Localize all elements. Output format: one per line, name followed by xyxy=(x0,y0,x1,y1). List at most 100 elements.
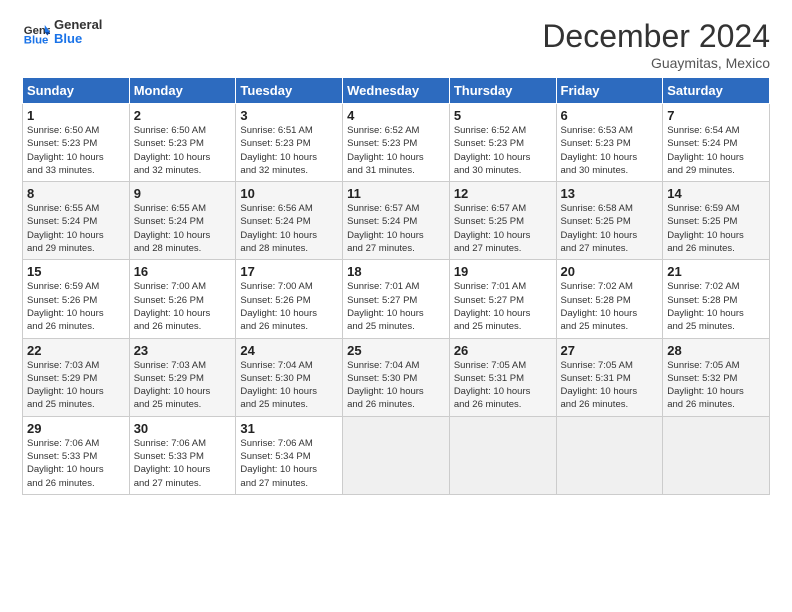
day-info: Sunrise: 6:52 AM Sunset: 5:23 PM Dayligh… xyxy=(454,124,552,177)
day-number: 1 xyxy=(27,108,125,123)
day-info: Sunrise: 6:50 AM Sunset: 5:23 PM Dayligh… xyxy=(134,124,232,177)
day-number: 20 xyxy=(561,264,659,279)
day-info: Sunrise: 6:57 AM Sunset: 5:25 PM Dayligh… xyxy=(454,202,552,255)
calendar-table: SundayMondayTuesdayWednesdayThursdayFrid… xyxy=(22,77,770,495)
calendar-cell: 31Sunrise: 7:06 AM Sunset: 5:34 PM Dayli… xyxy=(236,416,343,494)
calendar-cell: 11Sunrise: 6:57 AM Sunset: 5:24 PM Dayli… xyxy=(343,182,450,260)
day-info: Sunrise: 6:55 AM Sunset: 5:24 PM Dayligh… xyxy=(27,202,125,255)
calendar-cell: 30Sunrise: 7:06 AM Sunset: 5:33 PM Dayli… xyxy=(129,416,236,494)
calendar-cell: 6Sunrise: 6:53 AM Sunset: 5:23 PM Daylig… xyxy=(556,104,663,182)
calendar-cell: 28Sunrise: 7:05 AM Sunset: 5:32 PM Dayli… xyxy=(663,338,770,416)
day-info: Sunrise: 6:50 AM Sunset: 5:23 PM Dayligh… xyxy=(27,124,125,177)
day-number: 6 xyxy=(561,108,659,123)
day-number: 19 xyxy=(454,264,552,279)
calendar-cell: 8Sunrise: 6:55 AM Sunset: 5:24 PM Daylig… xyxy=(23,182,130,260)
day-number: 28 xyxy=(667,343,765,358)
day-header-tuesday: Tuesday xyxy=(236,78,343,104)
day-info: Sunrise: 7:05 AM Sunset: 5:31 PM Dayligh… xyxy=(561,359,659,412)
day-number: 2 xyxy=(134,108,232,123)
day-number: 27 xyxy=(561,343,659,358)
day-info: Sunrise: 6:53 AM Sunset: 5:23 PM Dayligh… xyxy=(561,124,659,177)
day-info: Sunrise: 7:02 AM Sunset: 5:28 PM Dayligh… xyxy=(561,280,659,333)
calendar-cell: 16Sunrise: 7:00 AM Sunset: 5:26 PM Dayli… xyxy=(129,260,236,338)
calendar-cell: 25Sunrise: 7:04 AM Sunset: 5:30 PM Dayli… xyxy=(343,338,450,416)
day-number: 11 xyxy=(347,186,445,201)
title-area: December 2024 Guaymitas, Mexico xyxy=(542,18,770,71)
calendar-cell: 18Sunrise: 7:01 AM Sunset: 5:27 PM Dayli… xyxy=(343,260,450,338)
calendar-cell: 2Sunrise: 6:50 AM Sunset: 5:23 PM Daylig… xyxy=(129,104,236,182)
day-number: 23 xyxy=(134,343,232,358)
day-info: Sunrise: 7:01 AM Sunset: 5:27 PM Dayligh… xyxy=(454,280,552,333)
day-number: 13 xyxy=(561,186,659,201)
calendar-cell: 12Sunrise: 6:57 AM Sunset: 5:25 PM Dayli… xyxy=(449,182,556,260)
day-header-friday: Friday xyxy=(556,78,663,104)
day-info: Sunrise: 6:51 AM Sunset: 5:23 PM Dayligh… xyxy=(240,124,338,177)
day-info: Sunrise: 6:57 AM Sunset: 5:24 PM Dayligh… xyxy=(347,202,445,255)
svg-text:Blue: Blue xyxy=(24,35,49,47)
day-header-saturday: Saturday xyxy=(663,78,770,104)
logo-icon: General Blue xyxy=(22,18,50,46)
day-number: 10 xyxy=(240,186,338,201)
day-number: 14 xyxy=(667,186,765,201)
calendar-cell: 26Sunrise: 7:05 AM Sunset: 5:31 PM Dayli… xyxy=(449,338,556,416)
day-number: 16 xyxy=(134,264,232,279)
calendar-cell: 21Sunrise: 7:02 AM Sunset: 5:28 PM Dayli… xyxy=(663,260,770,338)
day-header-sunday: Sunday xyxy=(23,78,130,104)
day-number: 25 xyxy=(347,343,445,358)
day-info: Sunrise: 7:04 AM Sunset: 5:30 PM Dayligh… xyxy=(347,359,445,412)
day-number: 29 xyxy=(27,421,125,436)
day-number: 17 xyxy=(240,264,338,279)
calendar-cell: 7Sunrise: 6:54 AM Sunset: 5:24 PM Daylig… xyxy=(663,104,770,182)
page: General Blue General Blue December 2024 … xyxy=(0,0,792,612)
day-header-wednesday: Wednesday xyxy=(343,78,450,104)
day-info: Sunrise: 6:59 AM Sunset: 5:25 PM Dayligh… xyxy=(667,202,765,255)
day-info: Sunrise: 7:00 AM Sunset: 5:26 PM Dayligh… xyxy=(134,280,232,333)
logo-line2: Blue xyxy=(54,32,102,46)
day-info: Sunrise: 7:00 AM Sunset: 5:26 PM Dayligh… xyxy=(240,280,338,333)
day-number: 7 xyxy=(667,108,765,123)
logo-line1: General xyxy=(54,18,102,32)
day-info: Sunrise: 7:03 AM Sunset: 5:29 PM Dayligh… xyxy=(134,359,232,412)
calendar-cell: 24Sunrise: 7:04 AM Sunset: 5:30 PM Dayli… xyxy=(236,338,343,416)
day-number: 18 xyxy=(347,264,445,279)
day-number: 21 xyxy=(667,264,765,279)
calendar-cell: 1Sunrise: 6:50 AM Sunset: 5:23 PM Daylig… xyxy=(23,104,130,182)
day-info: Sunrise: 7:05 AM Sunset: 5:32 PM Dayligh… xyxy=(667,359,765,412)
day-info: Sunrise: 7:06 AM Sunset: 5:33 PM Dayligh… xyxy=(134,437,232,490)
day-number: 9 xyxy=(134,186,232,201)
calendar-cell: 14Sunrise: 6:59 AM Sunset: 5:25 PM Dayli… xyxy=(663,182,770,260)
day-info: Sunrise: 6:59 AM Sunset: 5:26 PM Dayligh… xyxy=(27,280,125,333)
calendar-cell xyxy=(449,416,556,494)
day-number: 31 xyxy=(240,421,338,436)
calendar-cell: 27Sunrise: 7:05 AM Sunset: 5:31 PM Dayli… xyxy=(556,338,663,416)
day-number: 26 xyxy=(454,343,552,358)
calendar-cell: 15Sunrise: 6:59 AM Sunset: 5:26 PM Dayli… xyxy=(23,260,130,338)
day-info: Sunrise: 6:54 AM Sunset: 5:24 PM Dayligh… xyxy=(667,124,765,177)
calendar-cell xyxy=(556,416,663,494)
day-number: 8 xyxy=(27,186,125,201)
calendar-cell: 20Sunrise: 7:02 AM Sunset: 5:28 PM Dayli… xyxy=(556,260,663,338)
day-header-monday: Monday xyxy=(129,78,236,104)
calendar-cell xyxy=(663,416,770,494)
day-info: Sunrise: 7:05 AM Sunset: 5:31 PM Dayligh… xyxy=(454,359,552,412)
day-info: Sunrise: 7:06 AM Sunset: 5:33 PM Dayligh… xyxy=(27,437,125,490)
calendar-cell xyxy=(343,416,450,494)
day-number: 4 xyxy=(347,108,445,123)
calendar-cell: 13Sunrise: 6:58 AM Sunset: 5:25 PM Dayli… xyxy=(556,182,663,260)
calendar-cell: 22Sunrise: 7:03 AM Sunset: 5:29 PM Dayli… xyxy=(23,338,130,416)
calendar-cell: 5Sunrise: 6:52 AM Sunset: 5:23 PM Daylig… xyxy=(449,104,556,182)
day-number: 12 xyxy=(454,186,552,201)
day-info: Sunrise: 7:06 AM Sunset: 5:34 PM Dayligh… xyxy=(240,437,338,490)
day-info: Sunrise: 7:02 AM Sunset: 5:28 PM Dayligh… xyxy=(667,280,765,333)
calendar-cell: 10Sunrise: 6:56 AM Sunset: 5:24 PM Dayli… xyxy=(236,182,343,260)
day-info: Sunrise: 7:01 AM Sunset: 5:27 PM Dayligh… xyxy=(347,280,445,333)
calendar-cell: 9Sunrise: 6:55 AM Sunset: 5:24 PM Daylig… xyxy=(129,182,236,260)
calendar-cell: 29Sunrise: 7:06 AM Sunset: 5:33 PM Dayli… xyxy=(23,416,130,494)
logo: General Blue General Blue xyxy=(22,18,102,47)
day-info: Sunrise: 7:03 AM Sunset: 5:29 PM Dayligh… xyxy=(27,359,125,412)
calendar-cell: 4Sunrise: 6:52 AM Sunset: 5:23 PM Daylig… xyxy=(343,104,450,182)
month-title: December 2024 xyxy=(542,18,770,55)
day-info: Sunrise: 7:04 AM Sunset: 5:30 PM Dayligh… xyxy=(240,359,338,412)
day-number: 24 xyxy=(240,343,338,358)
header: General Blue General Blue December 2024 … xyxy=(22,18,770,71)
